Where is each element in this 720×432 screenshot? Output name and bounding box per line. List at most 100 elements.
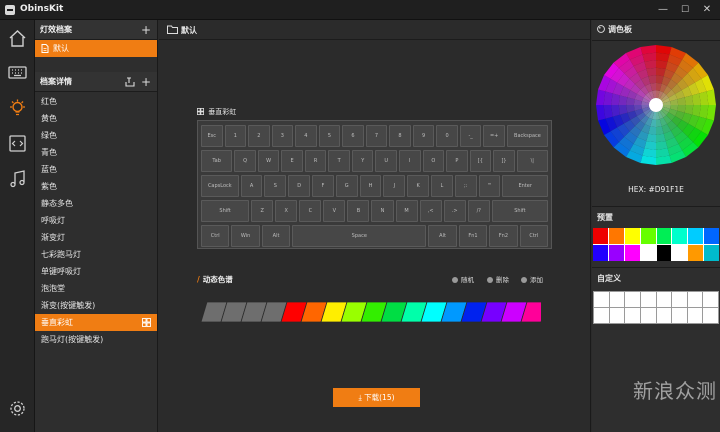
key[interactable]: Alt	[428, 225, 457, 247]
key[interactable]: X	[275, 200, 298, 222]
custom-swatch[interactable]	[656, 308, 672, 323]
preset-swatch[interactable]	[593, 228, 608, 244]
detail-item-yellow[interactable]: 黄色	[35, 110, 157, 127]
detail-item-cyan[interactable]: 青色	[35, 144, 157, 161]
keyboard-icon[interactable]	[7, 62, 28, 83]
detail-item-purple[interactable]: 紫色	[35, 178, 157, 195]
custom-swatch[interactable]	[625, 292, 640, 307]
custom-swatch[interactable]	[672, 292, 687, 307]
add-detail-button[interactable]: +	[141, 72, 151, 92]
key[interactable]: B	[347, 200, 370, 222]
custom-swatch[interactable]	[609, 308, 625, 323]
add-effect-button[interactable]: +	[141, 20, 151, 40]
key[interactable]: D	[288, 175, 311, 197]
preset-swatch[interactable]	[704, 245, 719, 261]
close-button[interactable]: ✕	[700, 3, 714, 17]
custom-swatch[interactable]	[703, 292, 718, 307]
key[interactable]: J	[383, 175, 406, 197]
wheel-cell[interactable]	[644, 141, 656, 150]
detail-item-marquee-keytrigger[interactable]: 跑马灯(按键触发)	[35, 331, 157, 348]
key[interactable]: C	[299, 200, 322, 222]
key[interactable]: Ctrl	[519, 225, 549, 247]
key[interactable]: '"	[478, 175, 501, 197]
key[interactable]: Ctrl	[201, 225, 230, 247]
key[interactable]: 9	[412, 125, 435, 147]
color-wheel[interactable]	[596, 45, 716, 165]
key[interactable]: P	[446, 150, 468, 172]
key[interactable]: /?	[467, 200, 490, 222]
key[interactable]: 6	[342, 125, 364, 147]
custom-swatch[interactable]	[609, 292, 625, 307]
key[interactable]: 7	[365, 125, 388, 147]
detail-item-single-key-breathing[interactable]: 单键呼吸灯	[35, 263, 157, 280]
maximize-button[interactable]: ☐	[678, 3, 692, 17]
detail-item-blue[interactable]: 蓝色	[35, 161, 157, 178]
preset-swatch[interactable]	[593, 245, 608, 261]
wheel-cell[interactable]	[692, 93, 701, 105]
lighting-bulb-icon[interactable]	[7, 98, 28, 119]
preset-swatch[interactable]	[688, 245, 704, 261]
preset-swatch[interactable]	[608, 245, 624, 261]
preset-swatch[interactable]	[688, 228, 704, 244]
key[interactable]: Alt	[261, 225, 291, 247]
wheel-cell[interactable]	[656, 141, 668, 150]
key[interactable]: U	[375, 150, 398, 172]
key[interactable]: W	[257, 150, 280, 172]
effect-item-default[interactable]: 默认	[35, 40, 157, 57]
key[interactable]: Q	[234, 150, 256, 172]
detail-item-green[interactable]: 绿色	[35, 127, 157, 144]
key[interactable]: Space	[292, 225, 427, 247]
detail-item-gradient[interactable]: 渐变灯	[35, 229, 157, 246]
preset-swatch[interactable]	[608, 228, 624, 244]
preset-swatch[interactable]	[672, 245, 688, 261]
custom-swatch[interactable]	[703, 308, 718, 323]
key[interactable]: .>	[443, 200, 466, 222]
download-button[interactable]: ⤓ 下载(15)	[333, 388, 420, 407]
preset-swatch[interactable]	[672, 228, 688, 244]
key[interactable]: 1	[224, 125, 247, 147]
key[interactable]: Shift	[201, 200, 250, 222]
custom-swatch[interactable]	[640, 308, 656, 323]
custom-swatch[interactable]	[640, 292, 656, 307]
macro-code-icon[interactable]	[7, 133, 28, 154]
preset-swatch[interactable]	[640, 245, 656, 261]
key[interactable]: ;:	[454, 175, 477, 197]
key[interactable]: Z	[251, 200, 274, 222]
wheel-cell[interactable]	[692, 105, 701, 117]
key[interactable]: M	[395, 200, 418, 222]
preset-swatch[interactable]	[624, 228, 640, 244]
key[interactable]: 2	[248, 125, 270, 147]
key[interactable]: F	[312, 175, 334, 197]
key[interactable]: V	[323, 200, 346, 222]
detail-item-static-multicolor[interactable]: 静态多色	[35, 195, 157, 212]
key[interactable]: S	[264, 175, 287, 197]
custom-swatch[interactable]	[625, 308, 640, 323]
wheel-cell[interactable]	[656, 60, 668, 69]
custom-swatch[interactable]	[594, 308, 609, 323]
key[interactable]: Shift	[491, 200, 548, 222]
key[interactable]: O	[422, 150, 445, 172]
key[interactable]: 5	[318, 125, 341, 147]
preset-swatch[interactable]	[704, 228, 719, 244]
random-button[interactable]: 随机	[452, 274, 474, 284]
preset-swatch[interactable]	[624, 245, 640, 261]
key[interactable]: Backspace	[506, 125, 548, 147]
key[interactable]: Fn1	[458, 225, 488, 247]
detail-item-bubble[interactable]: 泡泡堂	[35, 280, 157, 297]
settings-gear-icon[interactable]	[7, 398, 28, 419]
key[interactable]: 8	[389, 125, 411, 147]
home-icon[interactable]	[7, 28, 28, 49]
key[interactable]: Y	[351, 150, 374, 172]
detail-item-rainbow-marquee[interactable]: 七彩跑马灯	[35, 246, 157, 263]
add-button[interactable]: 添加	[521, 274, 543, 284]
key[interactable]: R	[304, 150, 327, 172]
key[interactable]: 4	[295, 125, 317, 147]
key[interactable]: I	[399, 150, 421, 172]
key[interactable]: Win	[231, 225, 260, 247]
custom-swatch[interactable]	[594, 292, 609, 307]
key[interactable]: L	[431, 175, 453, 197]
custom-swatch[interactable]	[656, 292, 672, 307]
color-spectrum-strip[interactable]	[201, 301, 541, 323]
preset-swatch[interactable]	[656, 245, 672, 261]
key[interactable]: E	[281, 150, 303, 172]
